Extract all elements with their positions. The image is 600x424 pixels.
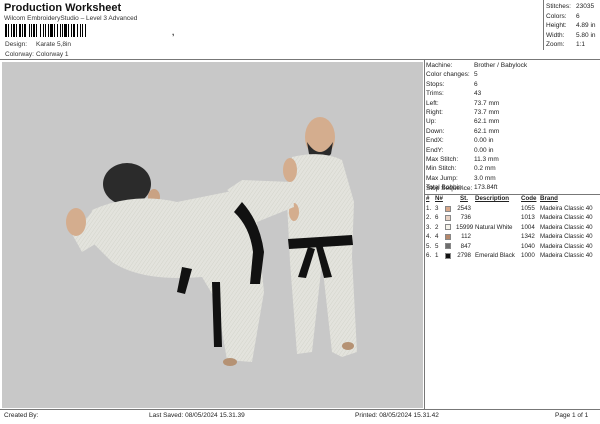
kicking-fighter — [66, 163, 294, 366]
row-code: 1055 — [521, 205, 535, 212]
color-swatch — [445, 233, 451, 240]
row-num: 1. — [426, 205, 432, 212]
embroidery-artwork — [66, 117, 357, 366]
barcode — [5, 24, 170, 37]
barcode-mark: , — [172, 28, 175, 37]
row-brand: Madeira Classic 40 — [540, 233, 593, 241]
detail-right: Right: 73.7 mm — [426, 108, 500, 116]
colorway-value: Colorway 1 — [36, 51, 69, 58]
colorway-row: Colorway: Colorway 1 — [5, 51, 69, 58]
row-stitches: 736 — [460, 214, 471, 222]
design-label: Design: — [5, 41, 28, 48]
stop-sequence-row: 2. 6 736 1013 Madeira Classic 40 — [426, 213, 598, 222]
row-stitches: 847 — [460, 242, 471, 250]
col-st: St. — [460, 195, 468, 202]
color-swatch — [445, 224, 451, 231]
stop-sequence-row: 4. 4 112 1342 Madeira Classic 40 — [426, 232, 598, 241]
printed-date: Printed: 08/05/2024 15.31.42 — [355, 412, 439, 419]
col-num: # — [426, 195, 430, 202]
stop-sequence-title: Stop Sequence: — [426, 185, 473, 192]
created-by: Created By: — [4, 412, 39, 419]
detail-machine: Machine: Brother / Babylock — [426, 62, 528, 69]
row-code: 1342 — [521, 233, 535, 241]
row-code: 1013 — [521, 214, 535, 222]
stop-sequence-row: 6. 1 2798 Emerald Black 1000 Madeira Classic … — [426, 251, 598, 260]
summary-divider — [543, 0, 544, 50]
row-brand: Madeira Classic 40 — [540, 242, 593, 250]
detail-endy: EndY: 0.00 in — [426, 146, 494, 154]
row-brand: Madeira Classic 40 — [540, 252, 593, 259]
summary-height: Height: 4.89 in — [546, 22, 596, 29]
stop-sequence-row: 3. 2 15999 Natural White 1004 Madeira Classic… — [426, 223, 598, 232]
detail-endx: EndX: 0.00 in — [426, 137, 494, 145]
row-description: Natural White — [475, 223, 513, 231]
sequence-divider — [424, 194, 600, 195]
row-n: 3 — [435, 205, 439, 212]
summary-zoom: Zoom: 1:1 — [546, 41, 586, 48]
row-n: 6 — [435, 214, 439, 222]
row-stitches: 2543 — [457, 205, 471, 212]
col-description: Description — [475, 195, 510, 202]
row-n: 2 — [435, 223, 439, 231]
row-n: 4 — [435, 233, 439, 241]
summary-width: Width: 5.80 in — [546, 31, 596, 39]
col-n: N# — [435, 195, 443, 202]
detail-color-changes: Color changes: 5 — [426, 71, 478, 79]
row-brand: Madeira Classic 40 — [540, 205, 593, 212]
summary-panel: Stitches: 23035 Colors: 6 Height: 4.89 in W… — [546, 2, 600, 50]
page-title: Production Worksheet — [4, 2, 122, 14]
last-saved: Last Saved: 08/05/2024 15.31.39 — [149, 412, 245, 419]
summary-colors: Colors: 6 — [546, 12, 580, 20]
row-stitches: 112 — [461, 233, 471, 241]
row-code: 1004 — [521, 223, 535, 231]
row-num: 6. — [426, 252, 432, 259]
row-code: 1000 — [521, 252, 535, 259]
detail-trims: Trims: 43 — [426, 90, 482, 98]
machine-details: Machine: Brother / Babylock Color changes… — [426, 61, 598, 192]
stop-sequence-row: 1. 3 2543 1055 Madeira Classic 40 — [426, 204, 598, 213]
summary-stitches: Stitches: 23035 — [546, 3, 595, 10]
detail-max-jump: Max Jump: 3.0 mm — [426, 174, 496, 182]
software-name: Wilcom EmbroideryStudio – Level 3 Advanc… — [4, 15, 138, 22]
row-num: 5. — [426, 242, 432, 250]
col-code: Code — [521, 195, 537, 202]
row-description: Emerald Black — [475, 252, 515, 259]
design-value: Karate 5,8in — [36, 41, 72, 48]
row-brand: Madeira Classic 40 — [540, 214, 593, 222]
footer-divider — [0, 409, 600, 410]
color-swatch — [445, 243, 451, 250]
detail-stops: Stops: 6 — [426, 80, 478, 88]
col-brand: Brand — [540, 195, 558, 202]
row-stitches: 15999 — [456, 223, 474, 231]
color-swatch — [445, 252, 451, 259]
row-brand: Madeira Classic 40 — [540, 223, 593, 231]
row-num: 4. — [426, 233, 432, 241]
panel-divider — [424, 59, 425, 409]
page-number: Page 1 of 1 — [555, 412, 589, 419]
detail-up: Up: 62.1 mm — [426, 118, 500, 126]
colorway-label: Colorway: — [5, 51, 34, 58]
header-divider — [0, 59, 600, 60]
stop-sequence-row: 5. 5 847 1040 Madeira Classic 40 — [426, 242, 598, 251]
design-preview — [2, 62, 423, 408]
color-swatch — [445, 214, 451, 221]
row-n: 1 — [435, 252, 439, 259]
detail-min-stitch: Min Stitch: 0.2 mm — [426, 165, 496, 173]
row-num: 2. — [426, 214, 432, 222]
row-n: 5 — [435, 242, 439, 250]
detail-max-stitch: Max Stitch: 11.3 mm — [426, 155, 499, 163]
row-code: 1040 — [521, 242, 535, 250]
design-row: Design: Karate 5,8in — [5, 41, 71, 48]
row-stitches: 2798 — [457, 252, 471, 259]
row-num: 3. — [426, 223, 432, 231]
color-swatch — [445, 205, 451, 212]
detail-down: Down: 62.1 mm — [426, 127, 500, 135]
detail-left: Left: 73.7 mm — [426, 99, 500, 107]
